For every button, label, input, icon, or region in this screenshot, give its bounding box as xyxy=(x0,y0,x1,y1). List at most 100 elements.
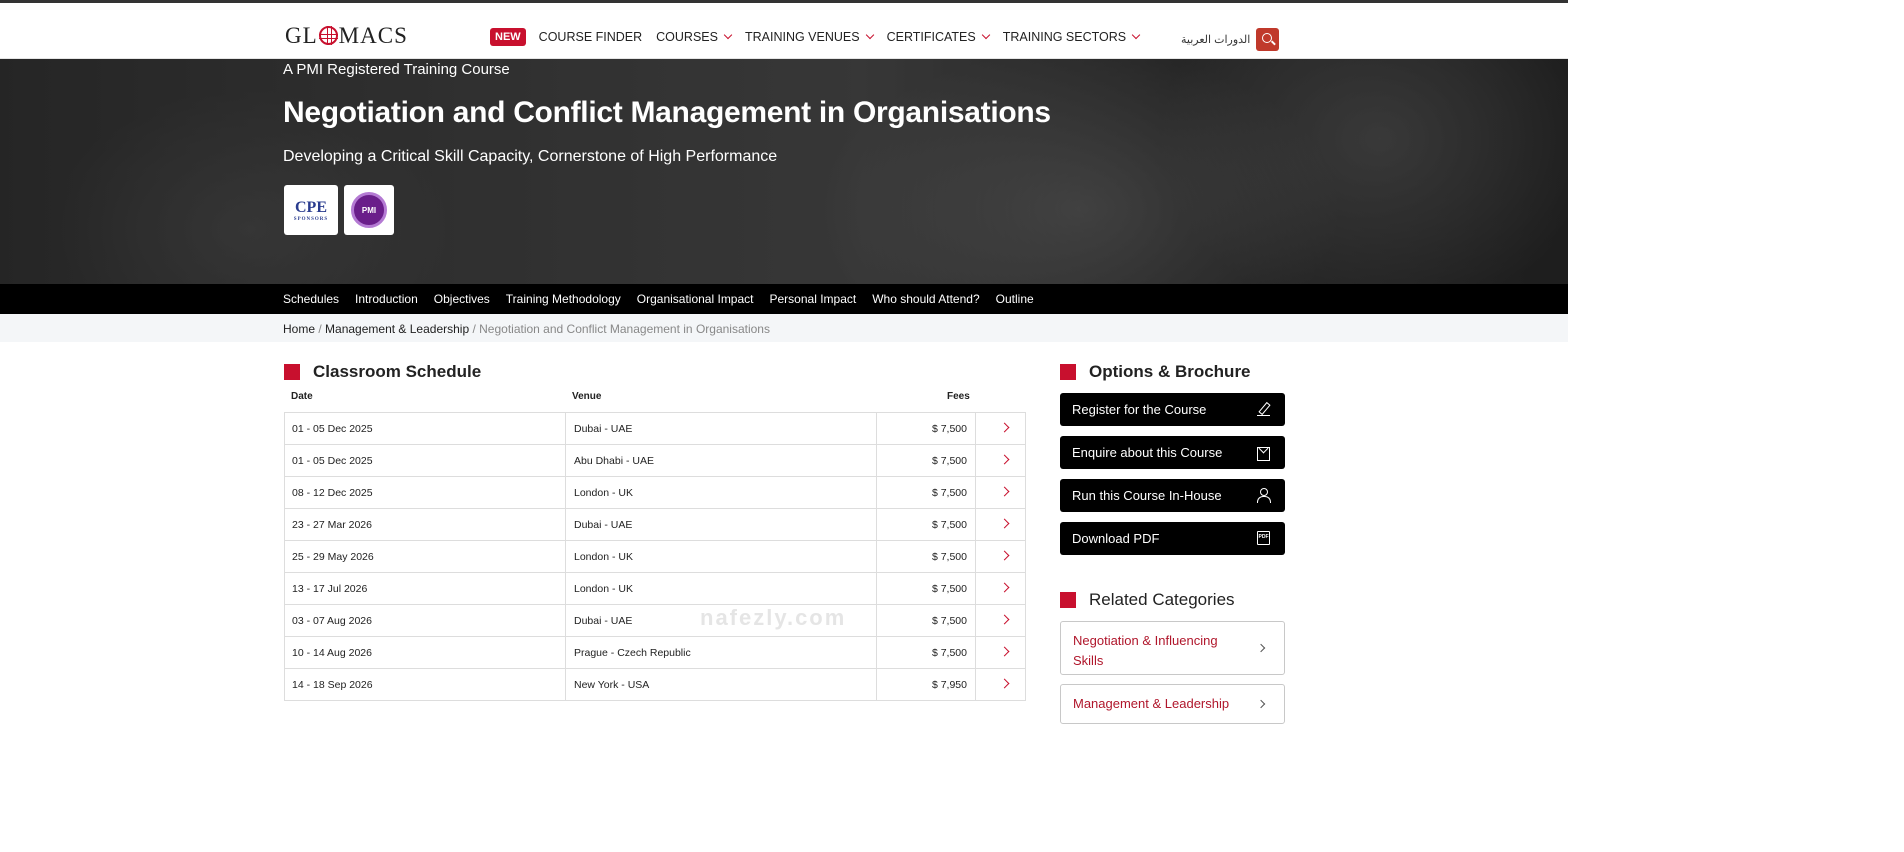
chevron-right-icon[interactable] xyxy=(999,486,1010,497)
nav-training-venues[interactable]: TRAINING VENUES xyxy=(745,30,874,44)
schedule-heading: Classroom Schedule xyxy=(284,362,481,382)
tab-schedules[interactable]: Schedules xyxy=(283,292,339,306)
nav-menu: NEW COURSE FINDER COURSES TRAINING VENUE… xyxy=(490,28,1153,46)
chevron-right-icon xyxy=(1256,643,1266,653)
related-category-card[interactable]: Management & Leadership xyxy=(1060,684,1285,724)
row-date: 14 - 18 Sep 2026 xyxy=(292,679,373,691)
schedule-table: 01 - 05 Dec 2025 Dubai - UAE $ 7,500 01 … xyxy=(284,412,1026,701)
tab-who-should-attend[interactable]: Who should Attend? xyxy=(872,292,979,306)
related-heading: Related Categories xyxy=(1060,590,1235,610)
table-row[interactable]: 13 - 17 Jul 2026 London - UK $ 7,500 xyxy=(284,573,1026,605)
row-date: 03 - 07 Aug 2026 xyxy=(292,615,372,627)
heading-marker-icon xyxy=(1060,592,1076,608)
inhouse-label: Run this Course In-House xyxy=(1072,488,1222,503)
register-button[interactable]: Register for the Course xyxy=(1060,393,1285,426)
row-venue: Dubai - UAE xyxy=(565,605,640,636)
course-hero: A PMI Registered Training Course Negotia… xyxy=(0,59,1568,284)
breadcrumb: Home / Management & Leadership / Negotia… xyxy=(283,322,770,336)
row-fees: $ 7,500 xyxy=(876,573,976,604)
nav-label: CERTIFICATES xyxy=(886,30,976,44)
row-venue: Prague - Czech Republic xyxy=(565,637,699,668)
row-fees: $ 7,500 xyxy=(876,413,976,444)
arabic-courses-link[interactable]: الدورات العربية xyxy=(1181,33,1250,46)
chevron-right-icon[interactable] xyxy=(999,422,1010,433)
chevron-right-icon[interactable] xyxy=(999,550,1010,561)
row-fees: $ 7,500 xyxy=(876,605,976,636)
chevron-right-icon[interactable] xyxy=(999,678,1010,689)
pmi-logo-icon: PMI xyxy=(351,192,387,228)
chevron-right-icon[interactable] xyxy=(999,454,1010,465)
tab-personal-impact[interactable]: Personal Impact xyxy=(770,292,857,306)
row-date: 25 - 29 May 2026 xyxy=(292,551,374,563)
table-row[interactable]: 25 - 29 May 2026 London - UK $ 7,500 xyxy=(284,541,1026,573)
table-row[interactable]: 08 - 12 Dec 2025 London - UK $ 7,500 xyxy=(284,477,1026,509)
chevron-right-icon xyxy=(1256,699,1266,709)
enquire-label: Enquire about this Course xyxy=(1072,445,1223,460)
row-date: 01 - 05 Dec 2025 xyxy=(292,455,373,467)
tab-outline[interactable]: Outline xyxy=(996,292,1034,306)
table-row[interactable]: 01 - 05 Dec 2025 Dubai - UAE $ 7,500 xyxy=(284,413,1026,445)
page-subtitle: Developing a Critical Skill Capacity, Co… xyxy=(283,148,778,165)
search-button[interactable] xyxy=(1256,28,1279,51)
row-fees: $ 7,950 xyxy=(876,669,976,700)
tab-organisational-impact[interactable]: Organisational Impact xyxy=(637,292,754,306)
watermark: nafezly.com xyxy=(700,605,847,630)
table-row[interactable]: 10 - 14 Aug 2026 Prague - Czech Republic… xyxy=(284,637,1026,669)
schedule-title: Classroom Schedule xyxy=(313,362,482,381)
nav-label: COURSE FINDER xyxy=(538,30,643,44)
options-title: Options & Brochure xyxy=(1089,362,1251,381)
nav-label: TRAINING SECTORS xyxy=(1002,30,1127,44)
chevron-right-icon[interactable] xyxy=(999,614,1010,625)
chevron-right-icon[interactable] xyxy=(999,646,1010,657)
tab-training-methodology[interactable]: Training Methodology xyxy=(506,292,621,306)
nav-training-sectors[interactable]: TRAINING SECTORS xyxy=(1002,30,1141,44)
table-row[interactable]: 01 - 05 Dec 2025 Abu Dhabi - UAE $ 7,500 xyxy=(284,445,1026,477)
inhouse-button[interactable]: Run this Course In-House xyxy=(1060,479,1285,512)
chevron-right-icon[interactable] xyxy=(999,518,1010,529)
row-date: 01 - 05 Dec 2025 xyxy=(292,423,373,435)
row-venue: Dubai - UAE xyxy=(565,413,640,444)
page-title: Negotiation and Conflict Management in O… xyxy=(283,96,1051,129)
download-pdf-button[interactable]: Download PDF PDF xyxy=(1060,522,1285,555)
nav-label: COURSES xyxy=(656,30,718,44)
chevron-right-icon[interactable] xyxy=(999,582,1010,593)
breadcrumb-current: Negotiation and Conflict Management in O… xyxy=(479,322,770,336)
row-venue: London - UK xyxy=(565,541,641,572)
hero-kicker: A PMI Registered Training Course xyxy=(283,61,510,78)
row-fees: $ 7,500 xyxy=(876,541,976,572)
hero-overlay xyxy=(0,59,1568,284)
row-fees: $ 7,500 xyxy=(876,637,976,668)
row-fees: $ 7,500 xyxy=(876,445,976,476)
related-title: Related Categories xyxy=(1089,590,1235,609)
breadcrumb-category[interactable]: Management & Leadership xyxy=(325,322,469,336)
chevron-down-icon xyxy=(723,30,733,40)
cpe-sub-label: SPONSORS xyxy=(293,216,329,222)
breadcrumb-home[interactable]: Home xyxy=(283,322,315,336)
nav-courses[interactable]: COURSES xyxy=(656,30,733,44)
chevron-down-icon xyxy=(981,30,990,40)
table-row[interactable]: 14 - 18 Sep 2026 New York - USA $ 7,950 xyxy=(284,669,1026,701)
register-label: Register for the Course xyxy=(1072,402,1207,417)
row-date: 08 - 12 Dec 2025 xyxy=(292,487,373,499)
related-category-label: Management & Leadership xyxy=(1073,696,1230,711)
nav-certificates[interactable]: CERTIFICATES xyxy=(886,30,990,44)
enquire-button[interactable]: Enquire about this Course xyxy=(1060,436,1285,469)
globe-icon xyxy=(318,26,338,45)
pdf-icon: PDF xyxy=(1257,531,1270,545)
table-row[interactable]: 03 - 07 Aug 2026 Dubai - UAE $ 7,500 xyxy=(284,605,1026,637)
heading-marker-icon xyxy=(284,364,300,380)
tab-objectives[interactable]: Objectives xyxy=(434,292,490,306)
nav-course-finder[interactable]: COURSE FINDER xyxy=(539,30,642,44)
related-category-card[interactable]: Negotiation & Influencing Skills xyxy=(1060,621,1285,675)
chevron-down-icon xyxy=(865,30,874,40)
glomacs-logo[interactable]: GL MACS xyxy=(285,23,408,49)
header-venue: Venue xyxy=(572,391,602,402)
row-venue: Dubai - UAE xyxy=(565,509,640,540)
options-heading: Options & Brochure xyxy=(1060,362,1251,382)
tab-introduction[interactable]: Introduction xyxy=(355,292,418,306)
table-row[interactable]: 23 - 27 Mar 2026 Dubai - UAE $ 7,500 xyxy=(284,509,1026,541)
main-nav: GL MACS NEW COURSE FINDER COURSES TRAININ… xyxy=(0,3,1568,59)
row-date: 10 - 14 Aug 2026 xyxy=(292,647,372,659)
row-fees: $ 7,500 xyxy=(876,477,976,508)
cpe-sponsor-badge: CPE SPONSORS xyxy=(284,185,338,235)
